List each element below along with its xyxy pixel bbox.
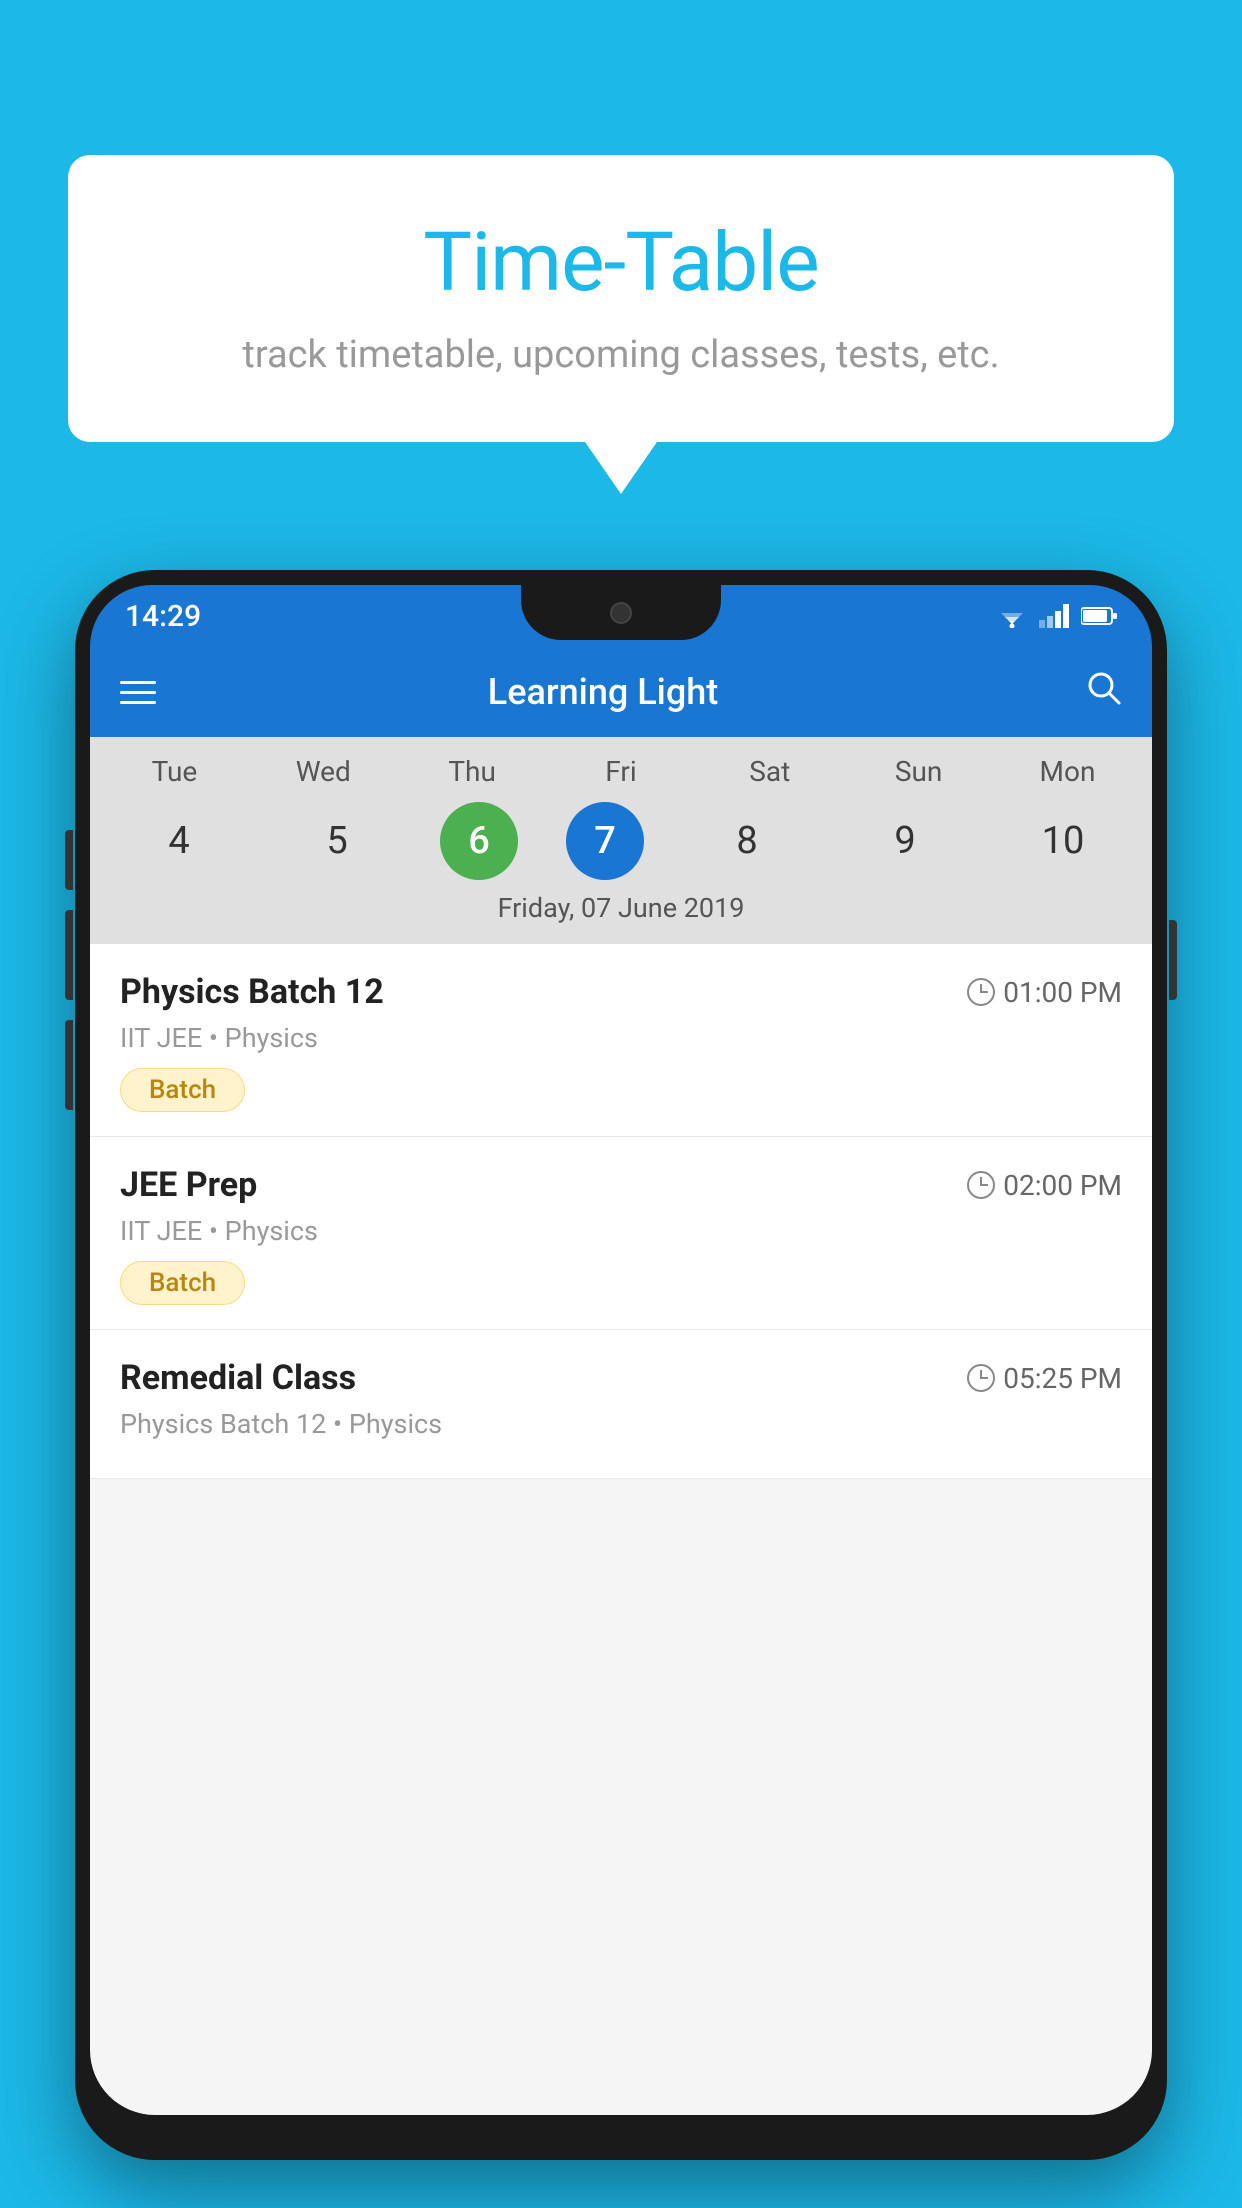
battery-icon [1081,606,1117,626]
class-time-3: 05:25 PM [967,1362,1122,1395]
class-subtitle-1: IIT JEE • Physics [120,1022,1122,1054]
batch-tag-2: Batch [120,1261,245,1305]
phone-container: 14:29 [75,570,1167,2208]
day-label-mon: Mon [1012,755,1122,788]
calendar-strip: Tue Wed Thu Fri Sat Sun Mon 4 5 6 7 8 9 … [90,737,1152,944]
day-numbers: 4 5 6 7 8 9 10 [90,802,1152,880]
silent-button [65,1020,73,1110]
signal-icon [1039,604,1071,628]
phone-screen: Tue Wed Thu Fri Sat Sun Mon 4 5 6 7 8 9 … [90,737,1152,2115]
class-list: Physics Batch 12 01:00 PM IIT JEE • Phys… [90,944,1152,1479]
clock-icon-1 [967,978,995,1006]
class-item-jee-prep[interactable]: JEE Prep 02:00 PM IIT JEE • Physics Batc… [90,1137,1152,1330]
class-time-1: 01:00 PM [967,976,1122,1009]
status-icons [995,604,1117,628]
class-subtitle-3: Physics Batch 12 • Physics [120,1408,1122,1440]
clock-icon-2 [967,1171,995,1199]
day-4[interactable]: 4 [124,802,234,880]
day-10[interactable]: 10 [1008,802,1118,880]
day-label-thu: Thu [417,755,527,788]
app-bar: Learning Light [90,647,1152,737]
class-item-header-1: Physics Batch 12 01:00 PM [120,972,1122,1012]
day-label-tue: Tue [119,755,229,788]
day-label-fri: Fri [566,755,676,788]
day-6-today[interactable]: 6 [440,802,518,880]
volume-down-button [65,910,73,1000]
batch-tag-1: Batch [120,1068,245,1112]
clock-icon-3 [967,1364,995,1392]
class-subtitle-2: IIT JEE • Physics [120,1215,1122,1247]
class-item-physics-batch[interactable]: Physics Batch 12 01:00 PM IIT JEE • Phys… [90,944,1152,1137]
class-item-remedial[interactable]: Remedial Class 05:25 PM Physics Batch 12… [90,1330,1152,1479]
class-time-2: 02:00 PM [967,1169,1122,1202]
class-name-1: Physics Batch 12 [120,972,384,1012]
phone-notch [521,585,721,640]
bubble-subtitle: track timetable, upcoming classes, tests… [108,333,1134,377]
day-label-sat: Sat [715,755,825,788]
phone-frame: 14:29 [75,570,1167,2160]
status-time: 14:29 [125,599,201,634]
wifi-icon [995,604,1029,628]
day-8[interactable]: 8 [692,802,802,880]
power-button [1169,920,1177,1000]
hamburger-menu-button[interactable] [120,681,156,704]
class-name-2: JEE Prep [120,1165,257,1205]
search-button[interactable] [1086,670,1122,715]
speech-bubble: Time-Table track timetable, upcoming cla… [68,155,1174,442]
day-label-wed: Wed [268,755,378,788]
day-9[interactable]: 9 [850,802,960,880]
class-item-header-3: Remedial Class 05:25 PM [120,1358,1122,1398]
day-label-sun: Sun [864,755,974,788]
speech-bubble-container: Time-Table track timetable, upcoming cla… [68,155,1174,442]
front-camera [610,602,632,624]
day-7-selected[interactable]: 7 [566,802,644,880]
selected-date: Friday, 07 June 2019 [90,880,1152,932]
volume-up-button [65,830,73,890]
app-title: Learning Light [186,671,1020,713]
day-5[interactable]: 5 [282,802,392,880]
class-item-header-2: JEE Prep 02:00 PM [120,1165,1122,1205]
bubble-title: Time-Table [108,215,1134,311]
day-headers: Tue Wed Thu Fri Sat Sun Mon [90,755,1152,788]
class-name-3: Remedial Class [120,1358,356,1398]
